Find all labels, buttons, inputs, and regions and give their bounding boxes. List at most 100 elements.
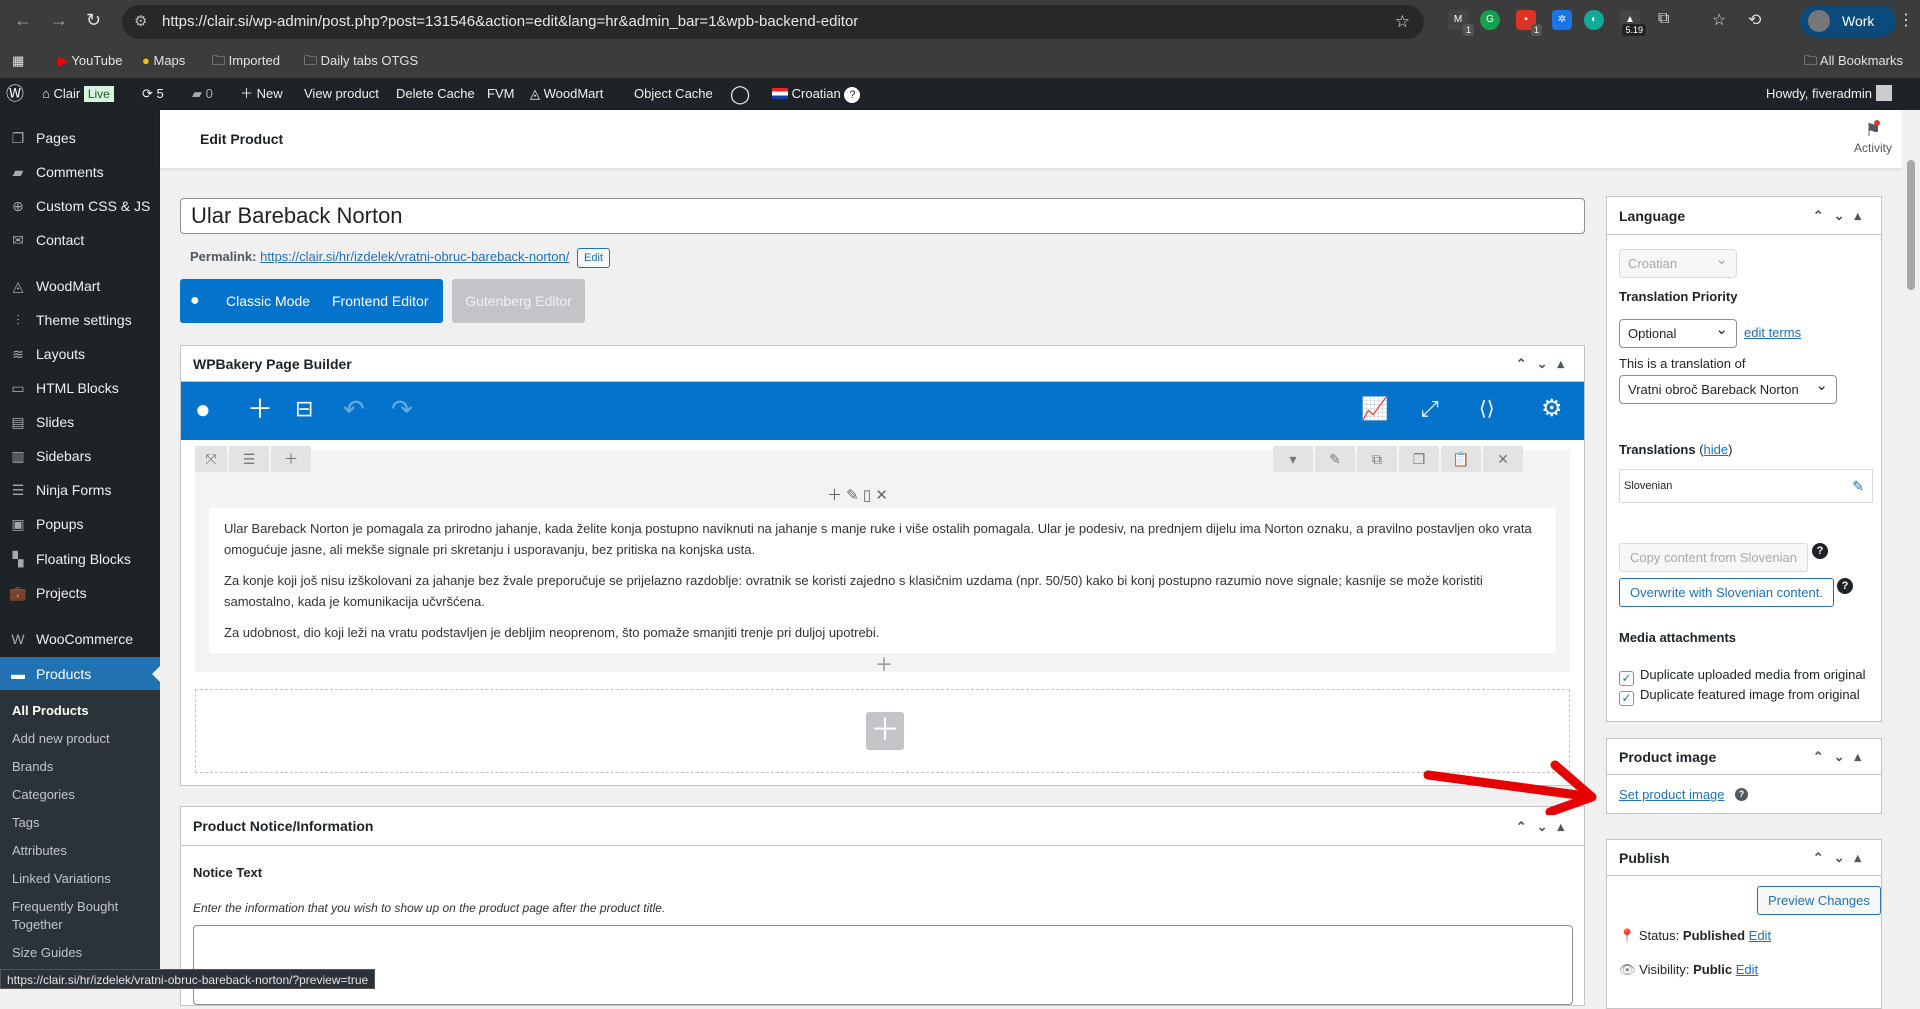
bookmark-maps[interactable]: ● Maps xyxy=(142,44,185,78)
forward-icon[interactable]: → xyxy=(50,10,68,31)
permalink-link[interactable]: https://clair.si/hr/izdelek/vratni-obruc… xyxy=(260,249,569,264)
sidebar-item-floating-blocks[interactable]: ▚ Floating Blocks xyxy=(0,542,160,576)
object-cache-link[interactable]: Object Cache xyxy=(634,78,713,110)
submenu-add-new-product[interactable]: Add new product xyxy=(12,730,152,748)
sidebar-item-contact[interactable]: ✉ Contact xyxy=(0,223,160,257)
product-title-input[interactable]: Ular Bareback Norton xyxy=(180,198,1585,234)
extension-icon[interactable]: ▪ 1 xyxy=(1516,10,1542,36)
sidebar-item-slides[interactable]: ▤ Slides xyxy=(0,405,160,439)
profile-button[interactable]: Work xyxy=(1800,5,1896,37)
bookmark-folder-imported[interactable]: 🗀 Imported xyxy=(212,44,280,78)
submenu-linked-variations[interactable]: Linked Variations xyxy=(12,870,152,888)
set-product-image-link[interactable]: Set product image xyxy=(1619,787,1725,802)
gutenberg-editor-button[interactable]: Gutenberg Editor xyxy=(452,279,585,323)
extension-icon[interactable]: ✲ xyxy=(1552,10,1572,30)
copy-content-button[interactable]: Copy content from Slovenian xyxy=(1619,543,1808,572)
my-account[interactable]: Howdy, fiveradmin xyxy=(1766,78,1892,110)
duplicate-media-checkbox[interactable]: ✓ Duplicate uploaded media from original xyxy=(1619,667,1865,686)
new-content-link[interactable]: ＋ New xyxy=(240,78,283,110)
row-layout-icon[interactable]: ☰ xyxy=(229,446,269,472)
row-delete-icon[interactable]: ✕ xyxy=(1483,446,1523,472)
box-controls[interactable]: ⌃⌄▴ xyxy=(1813,739,1871,775)
query-monitor-icon[interactable]: ◯ xyxy=(730,78,750,110)
sidebar-item-custom-css-js[interactable]: ⊕ Custom CSS & JS xyxy=(0,189,160,223)
row-clone-icon[interactable]: ⧉ xyxy=(1357,446,1397,472)
hide-translations-link[interactable]: hide xyxy=(1704,442,1729,457)
edit-visibility-link[interactable]: Edit xyxy=(1736,962,1758,977)
sidebar-item-woocommerce[interactable]: W WooCommerce xyxy=(0,622,160,656)
extension-icon[interactable]: ▲ 5.19 xyxy=(1620,10,1646,36)
frontend-editor-button[interactable]: Frontend Editor xyxy=(332,279,429,323)
activity-button[interactable]: ⚑ Activity xyxy=(1854,120,1892,155)
templates-icon[interactable]: ⊟ xyxy=(295,394,313,424)
sidebar-item-popups[interactable]: ▣ Popups xyxy=(0,507,160,541)
preview-changes-button[interactable]: Preview Changes xyxy=(1757,886,1881,915)
help-icon[interactable]: ? xyxy=(1812,543,1828,559)
help-icon[interactable]: ? xyxy=(1735,788,1748,801)
apps-grid-icon[interactable]: ▦ xyxy=(12,44,24,78)
box-controls[interactable]: ⌃⌄▴ xyxy=(1516,346,1574,382)
permalink-edit-button[interactable]: Edit xyxy=(576,248,610,268)
menu-kebab-icon[interactable]: ⋮ xyxy=(1898,10,1914,30)
bookmarks-icon[interactable]: ☆ xyxy=(1712,10,1726,30)
sidebar-item-theme-settings[interactable]: ⫶ Theme settings xyxy=(0,303,160,337)
edit-terms-link[interactable]: edit terms xyxy=(1744,325,1801,340)
woodmart-link[interactable]: ◬ WoodMart xyxy=(530,78,603,110)
wpbakery-logo-icon[interactable]: ● xyxy=(195,394,211,424)
box-controls[interactable]: ⌃⌄▴ xyxy=(1813,197,1871,235)
submenu-categories[interactable]: Categories xyxy=(12,786,152,804)
row-paste-icon[interactable]: 📋 xyxy=(1441,446,1481,472)
sidebar-item-projects[interactable]: 💼 Projects xyxy=(0,576,160,610)
language-switcher[interactable]: Croatian ? xyxy=(772,78,861,110)
fullscreen-icon[interactable]: ⤢ xyxy=(1421,394,1439,424)
bookmark-youtube[interactable]: ▶ YouTube xyxy=(58,44,122,78)
sidebar-item-html-blocks[interactable]: ▭ HTML Blocks xyxy=(0,371,160,405)
submenu-size-guides[interactable]: Size Guides xyxy=(12,944,152,962)
view-product-link[interactable]: View product xyxy=(304,78,379,110)
undo-icon[interactable]: ↶ xyxy=(343,394,365,424)
all-bookmarks[interactable]: 🗀 All Bookmarks xyxy=(1804,44,1903,78)
text-block-controls[interactable]: ＋ ✎ ▯ ✕ xyxy=(827,484,888,505)
sidebar-item-comments[interactable]: ▰ Comments xyxy=(0,155,160,189)
row-drag-icon[interactable]: ⤧ xyxy=(195,446,227,472)
sidebar-item-products[interactable]: ▬ Products xyxy=(0,657,160,691)
settings-gear-icon[interactable]: ⚙ xyxy=(1541,394,1563,424)
row-toggle-icon[interactable]: ▾ xyxy=(1273,446,1313,472)
submenu-frequently-bought-together[interactable]: Frequently Bought Together xyxy=(12,898,152,934)
bookmark-star-icon[interactable]: ☆ xyxy=(1395,5,1410,39)
duplicate-featured-checkbox[interactable]: ✓ Duplicate featured image from original xyxy=(1619,687,1860,706)
sidebar-item-layouts[interactable]: ≋ Layouts xyxy=(0,337,160,371)
edit-pencil-icon[interactable]: ✎ xyxy=(1852,470,1864,502)
address-bar[interactable]: ⚙ https://clair.si/wp-admin/post.php?pos… xyxy=(122,5,1424,39)
help-icon[interactable]: ? xyxy=(844,87,861,103)
submenu-all-products[interactable]: All Products xyxy=(12,702,152,720)
comments-link[interactable]: ▰ 0 xyxy=(192,78,213,110)
extension-icon[interactable]: M1 xyxy=(1448,10,1474,36)
back-icon[interactable]: ← xyxy=(14,10,32,31)
wordpress-logo-icon[interactable]: Ⓦ xyxy=(6,78,24,110)
sidebar-item-woodmart[interactable]: ◬ WoodMart xyxy=(0,269,160,303)
classic-mode-button[interactable]: Classic Mode xyxy=(226,279,310,323)
custom-code-icon[interactable]: ⟨⟩ xyxy=(1479,394,1495,424)
extension-icon[interactable]: ◐ xyxy=(1584,10,1604,30)
edit-status-link[interactable]: Edit xyxy=(1749,928,1771,943)
help-icon[interactable]: ? xyxy=(1837,578,1853,594)
add-element-icon[interactable]: ＋ xyxy=(247,394,273,424)
page-scrollbar[interactable] xyxy=(1902,110,1920,989)
extensions-puzzle-icon[interactable]: ⧉ xyxy=(1658,10,1669,28)
bookmark-folder-daily[interactable]: 🗀 Daily tabs OTGS xyxy=(304,44,418,78)
sidebar-item-pages[interactable]: ❐ Pages xyxy=(0,121,160,155)
submenu-brands[interactable]: Brands xyxy=(12,758,152,776)
fvm-link[interactable]: FVM xyxy=(487,78,514,110)
add-row-button[interactable]: ＋ xyxy=(866,712,904,750)
text-block[interactable]: Ular Bareback Norton je pomagala za prir… xyxy=(209,508,1556,653)
notice-textarea[interactable] xyxy=(193,925,1573,1005)
scrollbar-thumb[interactable] xyxy=(1907,160,1915,290)
sidebar-item-sidebars[interactable]: ▥ Sidebars xyxy=(0,439,160,473)
row-edit-icon[interactable]: ✎ xyxy=(1315,446,1355,472)
sidebar-item-ninja-forms[interactable]: ☰ Ninja Forms xyxy=(0,473,160,507)
overwrite-content-button[interactable]: Overwrite with Slovenian content. xyxy=(1619,578,1834,607)
submenu-attributes[interactable]: Attributes xyxy=(12,842,152,860)
site-name-link[interactable]: ⌂ Clair Live xyxy=(42,78,114,110)
translation-priority-select[interactable]: Optional xyxy=(1619,316,1737,348)
